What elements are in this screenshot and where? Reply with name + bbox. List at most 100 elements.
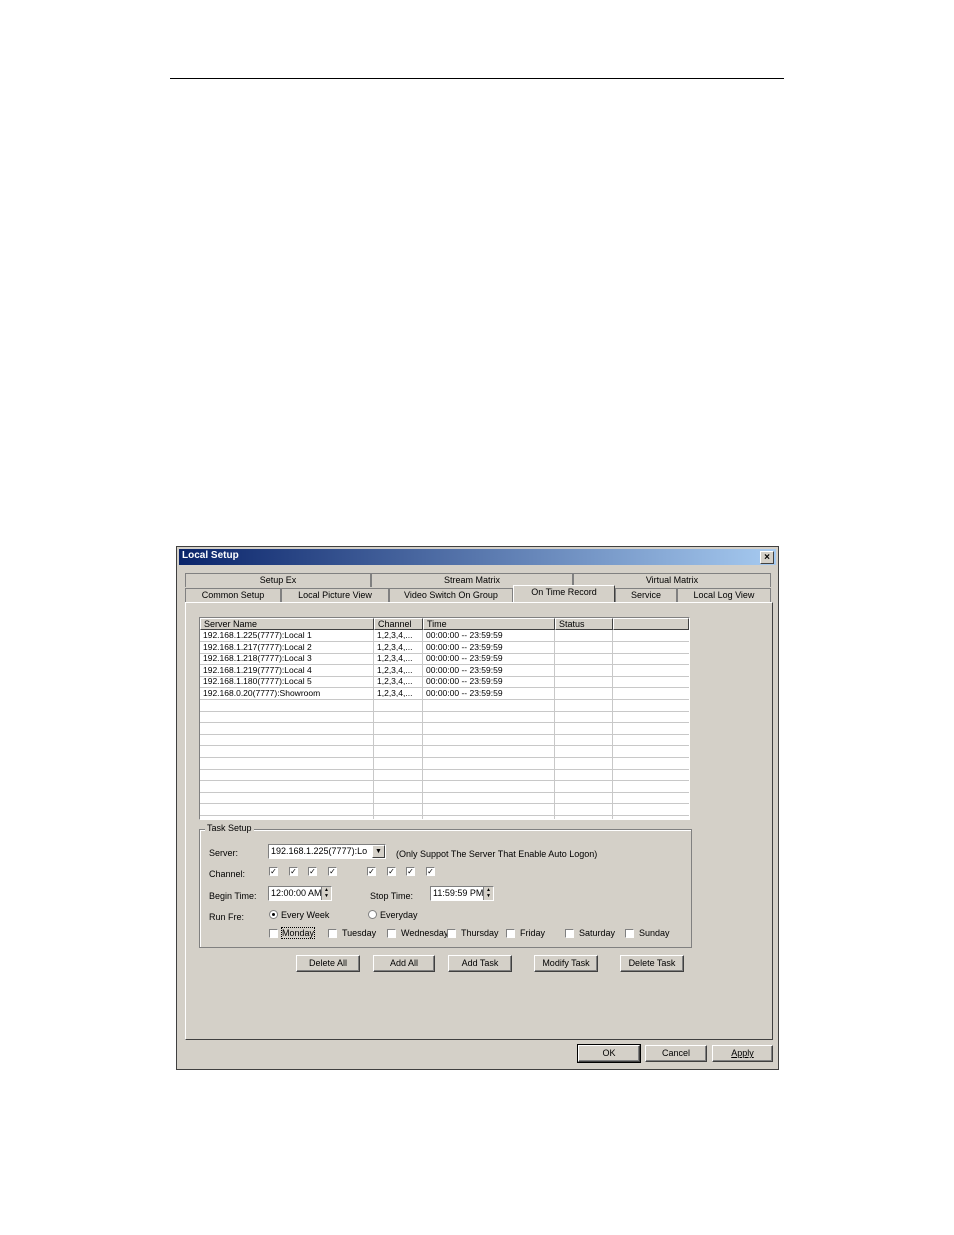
- table-row[interactable]: [200, 769, 689, 782]
- begin-time-input[interactable]: 12:00:00 AM ▲ ▼: [268, 886, 332, 901]
- tab-on-time-record[interactable]: On Time Record: [513, 585, 615, 602]
- spin-arrows-icon[interactable]: ▲ ▼: [321, 887, 331, 900]
- channel-checkbox-4[interactable]: ✓: [328, 867, 337, 876]
- thursday-checkbox[interactable]: [447, 929, 456, 938]
- wednesday-label[interactable]: Wednesday: [401, 928, 447, 938]
- table-cell: 1,2,3,4,...: [377, 688, 413, 698]
- task-setup-group: Task Setup Server: 192.168.1.225(7777):L…: [199, 823, 692, 948]
- table-cell: 1,2,3,4,...: [377, 630, 413, 640]
- saturday-label[interactable]: Saturday: [579, 928, 615, 938]
- table-row[interactable]: 192.168.1.225(7777):Local 1 1,2,3,4,... 00…: [200, 630, 689, 642]
- server-select[interactable]: 192.168.1.225(7777):Lo ▼: [268, 844, 386, 859]
- stop-time-input[interactable]: 11:59:59 PM ▲ ▼: [430, 886, 494, 901]
- table-row[interactable]: [200, 734, 689, 747]
- begin-time-label: Begin Time:: [209, 891, 257, 901]
- every-week-label[interactable]: Every Week: [281, 910, 329, 920]
- record-task-list[interactable]: Server Name Channel Time Status 192.168.…: [199, 617, 690, 820]
- table-cell: 192.168.1.225(7777):Local 1: [203, 630, 312, 640]
- table-cell: 1,2,3,4,...: [377, 641, 413, 652]
- apply-button[interactable]: Apply: [712, 1045, 773, 1062]
- thursday-label[interactable]: Thursday: [461, 928, 499, 938]
- table-row[interactable]: 192.168.1.217(7777):Local 2 1,2,3,4,... 00…: [200, 642, 689, 654]
- page-header-rule: [170, 78, 784, 79]
- tuesday-label[interactable]: Tuesday: [342, 928, 376, 938]
- channel-checkbox-2[interactable]: ✓: [289, 867, 298, 876]
- table-cell: 1,2,3,4,...: [377, 676, 413, 687]
- everyday-radio[interactable]: [368, 910, 377, 919]
- begin-time-value: 12:00:00 AM: [271, 888, 322, 898]
- column-status[interactable]: Status: [555, 618, 613, 630]
- server-note: (Only Suppot The Server That Enable Auto…: [396, 849, 598, 859]
- channel-checkbox-6[interactable]: ✓: [387, 867, 396, 876]
- table-cell: 192.168.0.20(7777):Showroom: [203, 688, 321, 698]
- wednesday-checkbox[interactable]: [387, 929, 396, 938]
- server-label: Server:: [209, 848, 239, 858]
- friday-checkbox[interactable]: [506, 929, 515, 938]
- modify-task-button[interactable]: Modify Task: [534, 955, 598, 972]
- table-row[interactable]: [200, 711, 689, 724]
- monday-checkbox[interactable]: [269, 929, 278, 938]
- tab-video-switch-on-group[interactable]: Video Switch On Group: [389, 588, 513, 602]
- monday-label[interactable]: Monday: [280, 927, 316, 939]
- table-cell: 00:00:00 -- 23:59:59: [426, 641, 503, 652]
- channel-checkbox-8[interactable]: ✓: [426, 867, 435, 876]
- table-row[interactable]: [200, 792, 689, 805]
- add-all-button[interactable]: Add All: [373, 955, 435, 972]
- channel-label: Channel:: [209, 869, 246, 879]
- ok-button[interactable]: OK: [577, 1044, 641, 1063]
- tab-service[interactable]: Service: [615, 588, 677, 602]
- channel-checkbox-5[interactable]: ✓: [367, 867, 376, 876]
- column-time[interactable]: Time: [423, 618, 555, 630]
- delete-task-button[interactable]: Delete Task: [620, 955, 684, 972]
- every-week-radio[interactable]: [269, 910, 278, 919]
- tab-setup-ex[interactable]: Setup Ex: [185, 573, 371, 587]
- add-task-button[interactable]: Add Task: [448, 955, 512, 972]
- column-channel[interactable]: Channel: [374, 618, 423, 630]
- table-row[interactable]: 192.168.1.218(7777):Local 3 1,2,3,4,... 00…: [200, 653, 689, 666]
- table-row[interactable]: 192.168.1.180(7777):Local 5 1,2,3,4,... 00…: [200, 676, 689, 689]
- table-cell: 00:00:00 -- 23:59:59: [426, 676, 503, 687]
- column-extra[interactable]: [613, 618, 689, 630]
- table-row[interactable]: [200, 758, 689, 770]
- chevron-down-icon[interactable]: ▼: [372, 845, 385, 858]
- stop-time-value: 11:59:59 PM: [433, 888, 484, 898]
- cancel-button[interactable]: Cancel: [645, 1045, 707, 1062]
- server-select-value: 192.168.1.225(7777):Lo: [271, 846, 368, 856]
- table-row[interactable]: [200, 804, 689, 816]
- tab-local-picture-view[interactable]: Local Picture View: [281, 588, 389, 602]
- channel-checkbox-7[interactable]: ✓: [406, 867, 415, 876]
- everyday-label[interactable]: Everyday: [380, 910, 418, 920]
- table-row[interactable]: 192.168.0.20(7777):Showroom 1,2,3,4,... 00…: [200, 688, 689, 700]
- run-frequency-label: Run Fre:: [209, 912, 245, 922]
- close-button[interactable]: ×: [760, 551, 774, 564]
- tuesday-checkbox[interactable]: [328, 929, 337, 938]
- table-cell: 00:00:00 -- 23:59:59: [426, 688, 503, 698]
- tab-local-log-view[interactable]: Local Log View: [677, 588, 771, 602]
- table-cell: 192.168.1.180(7777):Local 5: [203, 676, 312, 687]
- table-cell: 1,2,3,4,...: [377, 653, 413, 664]
- column-server-name[interactable]: Server Name: [200, 618, 374, 630]
- table-cell: 192.168.1.217(7777):Local 2: [203, 641, 312, 652]
- table-row[interactable]: 192.168.1.219(7777):Local 4 1,2,3,4,... 00…: [200, 665, 689, 677]
- table-cell: 192.168.1.218(7777):Local 3: [203, 653, 312, 664]
- table-cell: 00:00:00 -- 23:59:59: [426, 664, 503, 675]
- stop-time-label: Stop Time:: [370, 891, 414, 901]
- table-row[interactable]: [200, 781, 689, 793]
- sunday-checkbox[interactable]: [625, 929, 634, 938]
- table-cell: 1,2,3,4,...: [377, 664, 413, 675]
- sunday-label[interactable]: Sunday: [639, 928, 670, 938]
- saturday-checkbox[interactable]: [565, 929, 574, 938]
- table-cell: 00:00:00 -- 23:59:59: [426, 653, 503, 664]
- table-cell: 00:00:00 -- 23:59:59: [426, 630, 503, 640]
- table-cell: 192.168.1.219(7777):Local 4: [203, 664, 312, 675]
- task-setup-title: Task Setup: [205, 823, 254, 833]
- channel-checkbox-3[interactable]: ✓: [308, 867, 317, 876]
- tab-common-setup[interactable]: Common Setup: [185, 588, 281, 602]
- friday-label[interactable]: Friday: [520, 928, 545, 938]
- table-row[interactable]: [200, 723, 689, 735]
- delete-all-button[interactable]: Delete All: [296, 955, 360, 972]
- channel-checkbox-1[interactable]: ✓: [269, 867, 278, 876]
- table-row[interactable]: [200, 700, 689, 712]
- spin-arrows-icon[interactable]: ▲ ▼: [483, 887, 493, 900]
- table-row[interactable]: [200, 746, 689, 758]
